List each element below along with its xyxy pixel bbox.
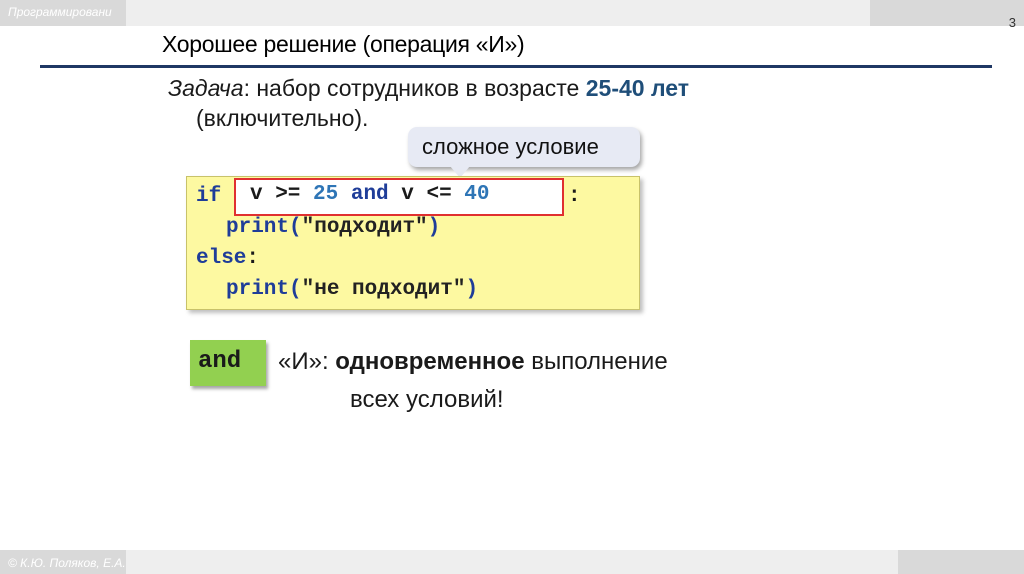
footer-copyright: © К.Ю. Поляков, Е.А. [8,556,126,570]
task-line-2: (включительно). [196,105,369,131]
callout-bubble: сложное условие [408,127,640,167]
title-divider [40,65,992,68]
task-range: 25-40 лет [585,75,690,101]
and-chip-label: and [198,348,242,375]
keyword-and: and [350,183,389,206]
print-function-1: print( [226,216,302,239]
task-text: : набор сотрудников в возрасте [243,75,586,101]
course-title: Программировани [8,5,112,19]
keyword-if: if [196,185,222,208]
code-line-if: if [196,185,221,208]
print-function-2: print( [226,278,302,301]
header-middle-panel [126,0,870,26]
header-right-panel [870,0,1024,26]
number-25: 25 [313,183,339,206]
footer-right-panel [898,550,1024,574]
code-condition: v >= 25 and v <= 40 [250,183,490,206]
task-label: Задача [168,75,244,101]
slide-title: Хорошее решение (операция «И») [162,31,525,57]
definition-bold-word: одновременное [335,348,525,375]
condition-part-1: v >= [250,183,314,206]
footer-middle-panel [126,550,898,574]
and-keyword-chip: and [190,340,266,386]
condition-part-2: v <= [388,183,465,206]
callout-text: сложное условие [422,134,599,159]
definition-rest: выполнение [524,348,668,375]
definition-line-2: всех условий! [350,386,504,413]
string-podhodit: "подходит" [301,216,428,239]
code-colon: : [568,185,581,208]
code-line-print-2: print("не подходит") [226,278,479,301]
number-40: 40 [464,183,490,206]
definition-line-1: «И»: одновременное выполнение [278,348,668,376]
task-line-1: Задача: набор сотрудников в возрасте 25-… [168,75,689,102]
code-line-else: else: [196,247,260,270]
page-number: 3 [1008,15,1016,30]
definition-quote: «И»: [278,348,336,375]
string-ne-podhodit: "не подходит" [301,278,466,301]
code-line-print-1: print("подходит") [226,216,441,239]
keyword-else: else [196,247,247,270]
